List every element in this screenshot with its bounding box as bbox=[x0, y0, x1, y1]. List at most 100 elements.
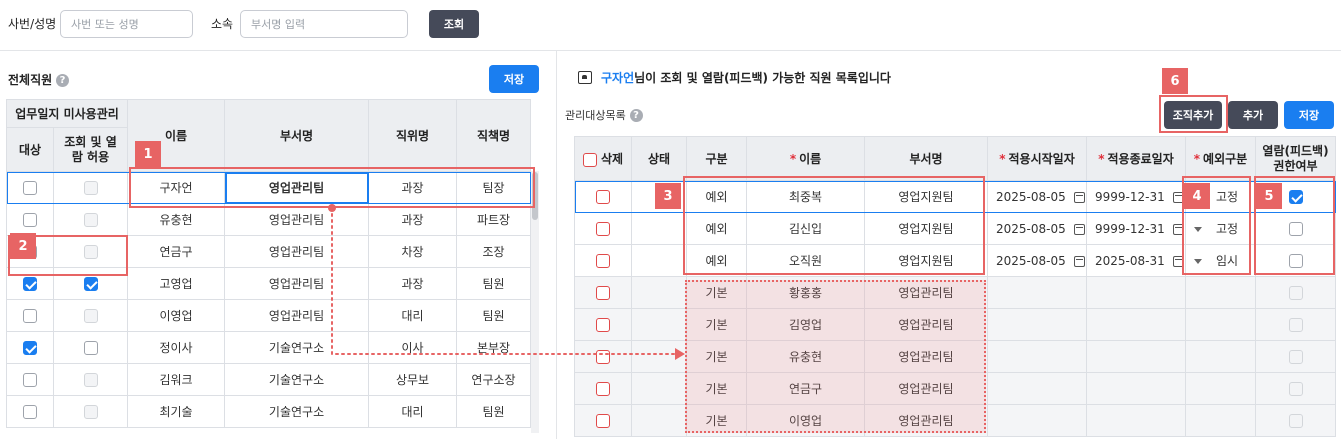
name-cell: 이영업 bbox=[127, 299, 226, 332]
position-cell: 과장 bbox=[368, 171, 458, 204]
calendar-icon[interactable] bbox=[1172, 255, 1184, 267]
emp-search-input[interactable] bbox=[60, 10, 193, 38]
manager-name: 구자언 bbox=[601, 71, 635, 85]
calendar-icon[interactable] bbox=[1073, 223, 1085, 235]
name-cell: 최중복 bbox=[746, 180, 865, 213]
start-date-cell bbox=[987, 404, 1087, 437]
dept-cell: 영업관리팀 bbox=[864, 308, 988, 341]
permission-cell bbox=[1255, 212, 1336, 245]
target-cell bbox=[6, 363, 54, 396]
col-permission: 열람(피드백) 권한여부 bbox=[1255, 136, 1336, 181]
start-date-cell bbox=[987, 340, 1087, 373]
name-cell: 이영업 bbox=[746, 404, 865, 437]
exception-cell bbox=[1185, 308, 1256, 341]
calendar-icon[interactable] bbox=[1172, 223, 1184, 235]
name-cell: 정이사 bbox=[127, 331, 226, 364]
help-icon[interactable]: ? bbox=[629, 109, 643, 122]
target-checkbox[interactable] bbox=[23, 372, 37, 387]
permission-cell bbox=[1255, 372, 1336, 405]
permission-checkbox[interactable] bbox=[1288, 253, 1303, 268]
calendar-icon[interactable] bbox=[1073, 191, 1085, 203]
view-allow-checkbox[interactable] bbox=[83, 340, 98, 355]
calendar-user-icon bbox=[578, 71, 592, 84]
view-allow-checkbox bbox=[83, 212, 98, 227]
dept-cell: 영업관리팀 bbox=[224, 171, 370, 204]
permission-cell bbox=[1255, 340, 1336, 373]
table-row[interactable]: 기본 이영업 영업관리팀 bbox=[574, 404, 1336, 437]
delete-checkbox[interactable] bbox=[596, 381, 610, 396]
name-cell: 연금구 bbox=[127, 235, 226, 268]
target-checkbox[interactable] bbox=[23, 308, 37, 323]
delete-checkbox[interactable] bbox=[596, 413, 610, 428]
end-date-cell[interactable]: 9999-12-31 bbox=[1086, 212, 1186, 245]
name-cell: 구자언 bbox=[127, 171, 226, 204]
exception-cell bbox=[1185, 276, 1256, 309]
target-checkbox[interactable] bbox=[23, 340, 37, 355]
view-allow-checkbox[interactable] bbox=[83, 276, 98, 291]
calendar-icon[interactable] bbox=[1073, 255, 1085, 267]
add-button[interactable]: 추가 bbox=[1228, 101, 1278, 129]
target-checkbox[interactable] bbox=[23, 212, 37, 227]
col-r-dept: 부서명 bbox=[864, 136, 988, 181]
calendar-icon[interactable] bbox=[1172, 191, 1184, 203]
target-cell bbox=[6, 171, 54, 204]
view-cell bbox=[52, 299, 129, 332]
col-start-date: * 적용시작일자 bbox=[987, 136, 1087, 181]
flow-arrow bbox=[328, 204, 685, 360]
dept-search-input[interactable] bbox=[240, 10, 408, 38]
right-header-text: 님이 조회 및 열람(피드백) 가능한 직원 목록입니다 bbox=[634, 71, 891, 85]
chevron-down-icon[interactable] bbox=[1194, 227, 1202, 232]
status-cell bbox=[631, 404, 687, 437]
table-row[interactable]: 기본 연금구 영업관리팀 bbox=[574, 372, 1336, 405]
name-cell: 연금구 bbox=[746, 372, 865, 405]
view-cell bbox=[52, 235, 129, 268]
right-panel-header: 구자언 님이 조회 및 열람(피드백) 가능한 직원 목록입니다 bbox=[578, 69, 891, 86]
start-date-cell[interactable]: 2025-08-05 bbox=[987, 244, 1087, 277]
permission-checkbox[interactable] bbox=[1288, 221, 1303, 236]
start-date-cell[interactable]: 2025-08-05 bbox=[987, 212, 1087, 245]
left-save-button[interactable]: 저장 bbox=[489, 65, 539, 93]
status-cell bbox=[631, 372, 687, 405]
view-cell bbox=[52, 267, 129, 300]
start-date-cell[interactable]: 2025-08-05 bbox=[987, 180, 1087, 213]
col-r-name: * 이름 bbox=[746, 136, 865, 181]
org-add-button[interactable]: 조직추가 bbox=[1164, 101, 1222, 129]
search-button[interactable]: 조회 bbox=[429, 10, 479, 38]
permission-checkbox[interactable] bbox=[1288, 189, 1303, 204]
emp-search-label: 사번/성명 bbox=[8, 17, 57, 31]
dept-cell: 영업지원팀 bbox=[864, 212, 988, 245]
annotation-badge-2: 2 bbox=[10, 233, 36, 259]
help-icon[interactable]: ? bbox=[56, 74, 69, 87]
role-cell: 팀원 bbox=[456, 395, 532, 428]
end-date-cell[interactable]: 9999-12-31 bbox=[1086, 180, 1186, 213]
table-row[interactable]: 최기술 기술연구소 대리 팀원 bbox=[6, 395, 532, 428]
managed-list-title: 관리대상목록 bbox=[565, 109, 626, 122]
role-cell: 팀장 bbox=[456, 171, 532, 204]
delete-cell bbox=[574, 372, 632, 405]
end-date-cell bbox=[1086, 308, 1186, 341]
end-date-cell bbox=[1086, 404, 1186, 437]
type-cell: 기본 bbox=[686, 404, 747, 437]
name-cell: 유충현 bbox=[746, 340, 865, 373]
exception-cell bbox=[1185, 404, 1256, 437]
col-position: 직위명 bbox=[368, 99, 458, 172]
right-save-button[interactable]: 저장 bbox=[1284, 101, 1334, 129]
select-all-checkbox[interactable] bbox=[582, 152, 597, 167]
target-checkbox[interactable] bbox=[23, 180, 37, 195]
exception-cell[interactable]: 임시 bbox=[1185, 244, 1256, 277]
name-cell: 황홍홍 bbox=[746, 276, 865, 309]
exception-cell bbox=[1185, 340, 1256, 373]
delete-cell bbox=[574, 404, 632, 437]
target-checkbox[interactable] bbox=[23, 276, 37, 291]
table-row[interactable]: 구자언 영업관리팀 과장 팀장 bbox=[6, 171, 532, 204]
col-target: 대상 bbox=[6, 127, 54, 172]
name-cell: 유충현 bbox=[127, 203, 226, 236]
permission-cell bbox=[1255, 244, 1336, 277]
view-allow-checkbox bbox=[83, 372, 98, 387]
end-date-cell bbox=[1086, 340, 1186, 373]
target-checkbox[interactable] bbox=[23, 404, 37, 419]
end-date-cell[interactable]: 2025-08-31 bbox=[1086, 244, 1186, 277]
exception-cell[interactable]: 고정 bbox=[1185, 212, 1256, 245]
chevron-down-icon[interactable] bbox=[1194, 259, 1202, 264]
position-cell: 대리 bbox=[368, 395, 458, 428]
